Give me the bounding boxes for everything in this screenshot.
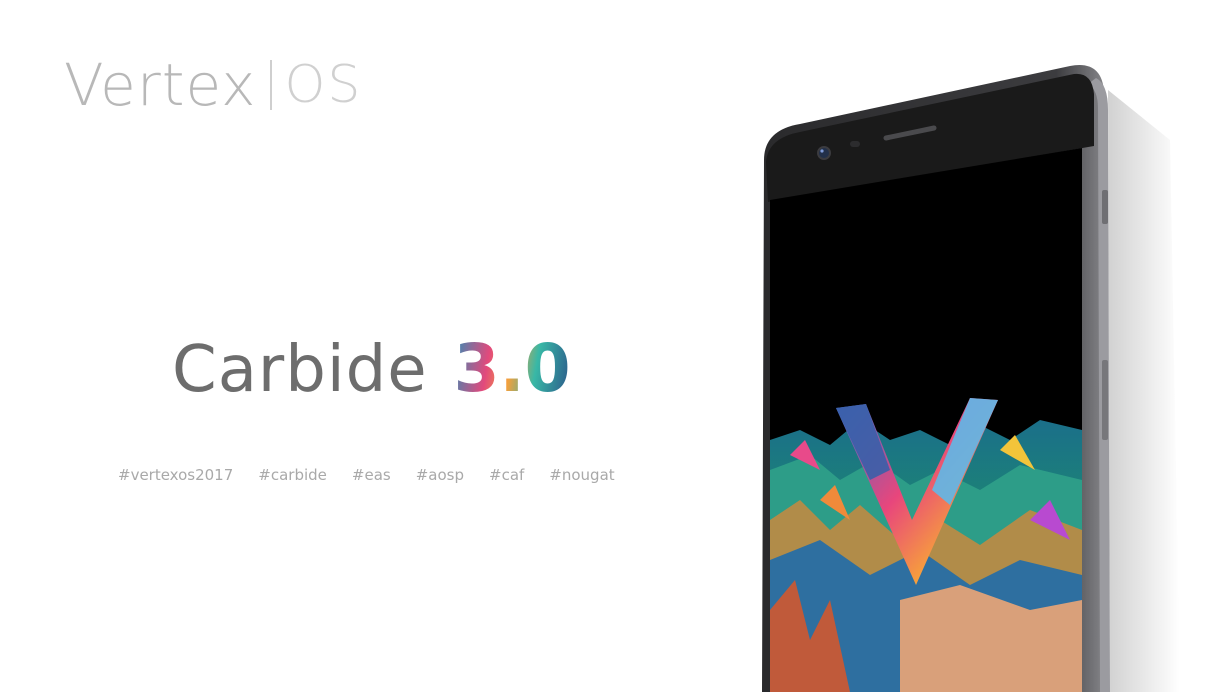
hashtag: #carbide — [258, 466, 327, 484]
phone-side-button — [1102, 190, 1108, 224]
proximity-sensor — [850, 141, 860, 147]
hashtag: #eas — [351, 466, 391, 484]
logo-wordmark: Vertex — [64, 51, 257, 119]
release-headline: Carbide 3.0 — [172, 330, 571, 410]
phone-side-button — [1102, 360, 1108, 440]
hashtag-list: #vertexos2017 #carbide #eas #aosp #caf #… — [118, 466, 615, 484]
logo-suffix: OS — [284, 55, 363, 115]
hashtag: #caf — [489, 466, 525, 484]
v-logo-colorful-landscape-icon — [770, 398, 1082, 692]
phone-shadow — [1108, 90, 1180, 692]
hashtag: #vertexos2017 — [118, 466, 234, 484]
phone-mockup — [700, 0, 1232, 692]
vertex-os-logo: Vertex OS — [64, 50, 362, 120]
phone-illustration — [762, 65, 1180, 692]
logo-divider — [270, 60, 273, 110]
hashtag: #aosp — [415, 466, 464, 484]
front-camera-icon — [817, 146, 831, 160]
hashtag: #nougat — [549, 466, 615, 484]
release-name: Carbide — [172, 333, 428, 407]
release-version: 3.0 — [453, 330, 571, 407]
camera-lens-highlight — [820, 149, 824, 153]
